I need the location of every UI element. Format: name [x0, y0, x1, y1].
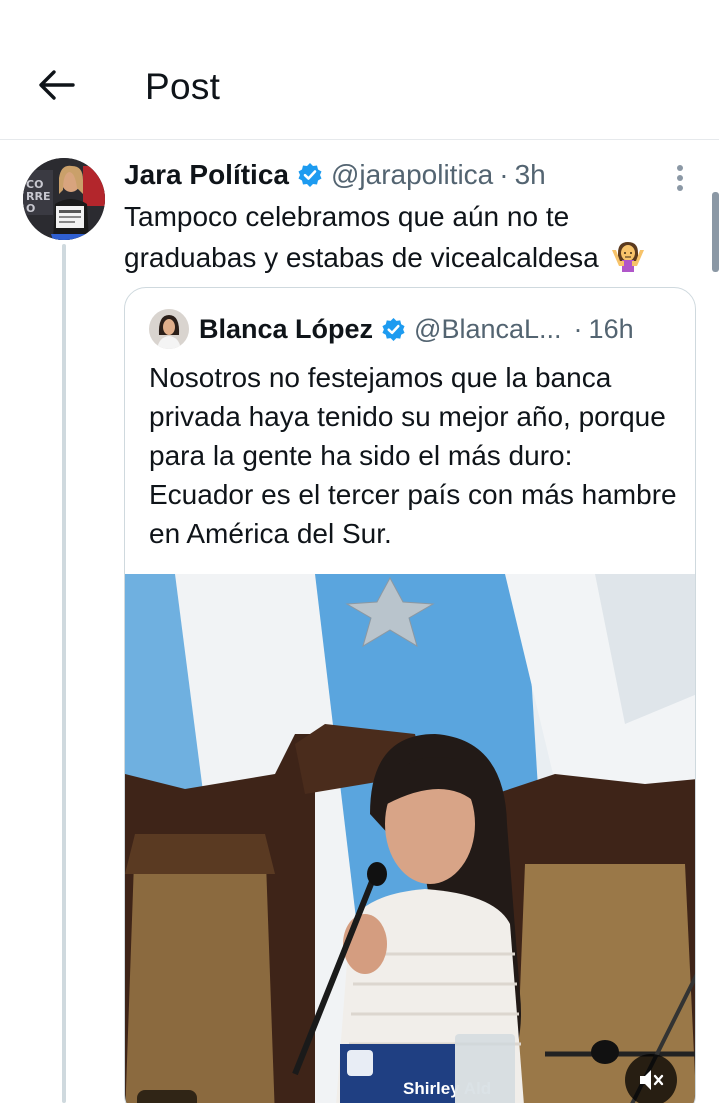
tweet-body: Tampoco celebramos que aún no te graduab… [124, 201, 599, 273]
mute-button[interactable] [625, 1054, 677, 1103]
tweet-header: Jara Política @jarapolitica · 3h [124, 155, 546, 195]
author-handle[interactable]: @jarapolitica [331, 159, 493, 191]
verified-badge-icon[interactable] [297, 162, 323, 188]
svg-text:O: O [26, 202, 35, 215]
author-display-name[interactable]: Jara Política [124, 159, 289, 191]
more-options-button[interactable] [662, 160, 698, 196]
separator-dot: · [499, 159, 509, 190]
more-vertical-icon [677, 165, 683, 191]
quoted-tweet-header: Blanca López @BlancaL... · 16h [149, 308, 634, 350]
quoted-video[interactable]: Shirley Ald [125, 574, 695, 1103]
back-button[interactable] [30, 62, 82, 108]
thread-connector-line [62, 244, 66, 1103]
quoted-avatar[interactable] [149, 309, 189, 349]
woman-shrugging-emoji-icon [611, 239, 645, 284]
video-frame: Shirley Ald [125, 574, 695, 1103]
quoted-timestamp[interactable]: 16h [589, 314, 634, 345]
quoted-author-display-name[interactable]: Blanca López [199, 314, 373, 345]
top-bar: Post [0, 0, 719, 140]
avatar[interactable]: CO RRE O [23, 158, 105, 240]
quoted-tweet-text: Nosotros no festejamos que la banca priv… [149, 362, 677, 549]
quoted-author-handle[interactable]: @BlancaL... [414, 314, 562, 345]
quoted-verified-badge-icon[interactable] [381, 317, 406, 342]
quoted-separator-dot: · [573, 313, 583, 344]
scrollbar[interactable] [712, 192, 719, 272]
tweet-text: Tampoco celebramos que aún no te graduab… [124, 196, 704, 284]
tweet-timestamp[interactable]: 3h [515, 159, 546, 191]
page-title: Post [145, 66, 221, 107]
speaker-muted-icon [640, 1070, 664, 1090]
quoted-tweet-card[interactable]: Blanca López @BlancaL... · 16h Nosotros … [124, 287, 696, 1103]
arrow-left-icon [39, 70, 75, 100]
